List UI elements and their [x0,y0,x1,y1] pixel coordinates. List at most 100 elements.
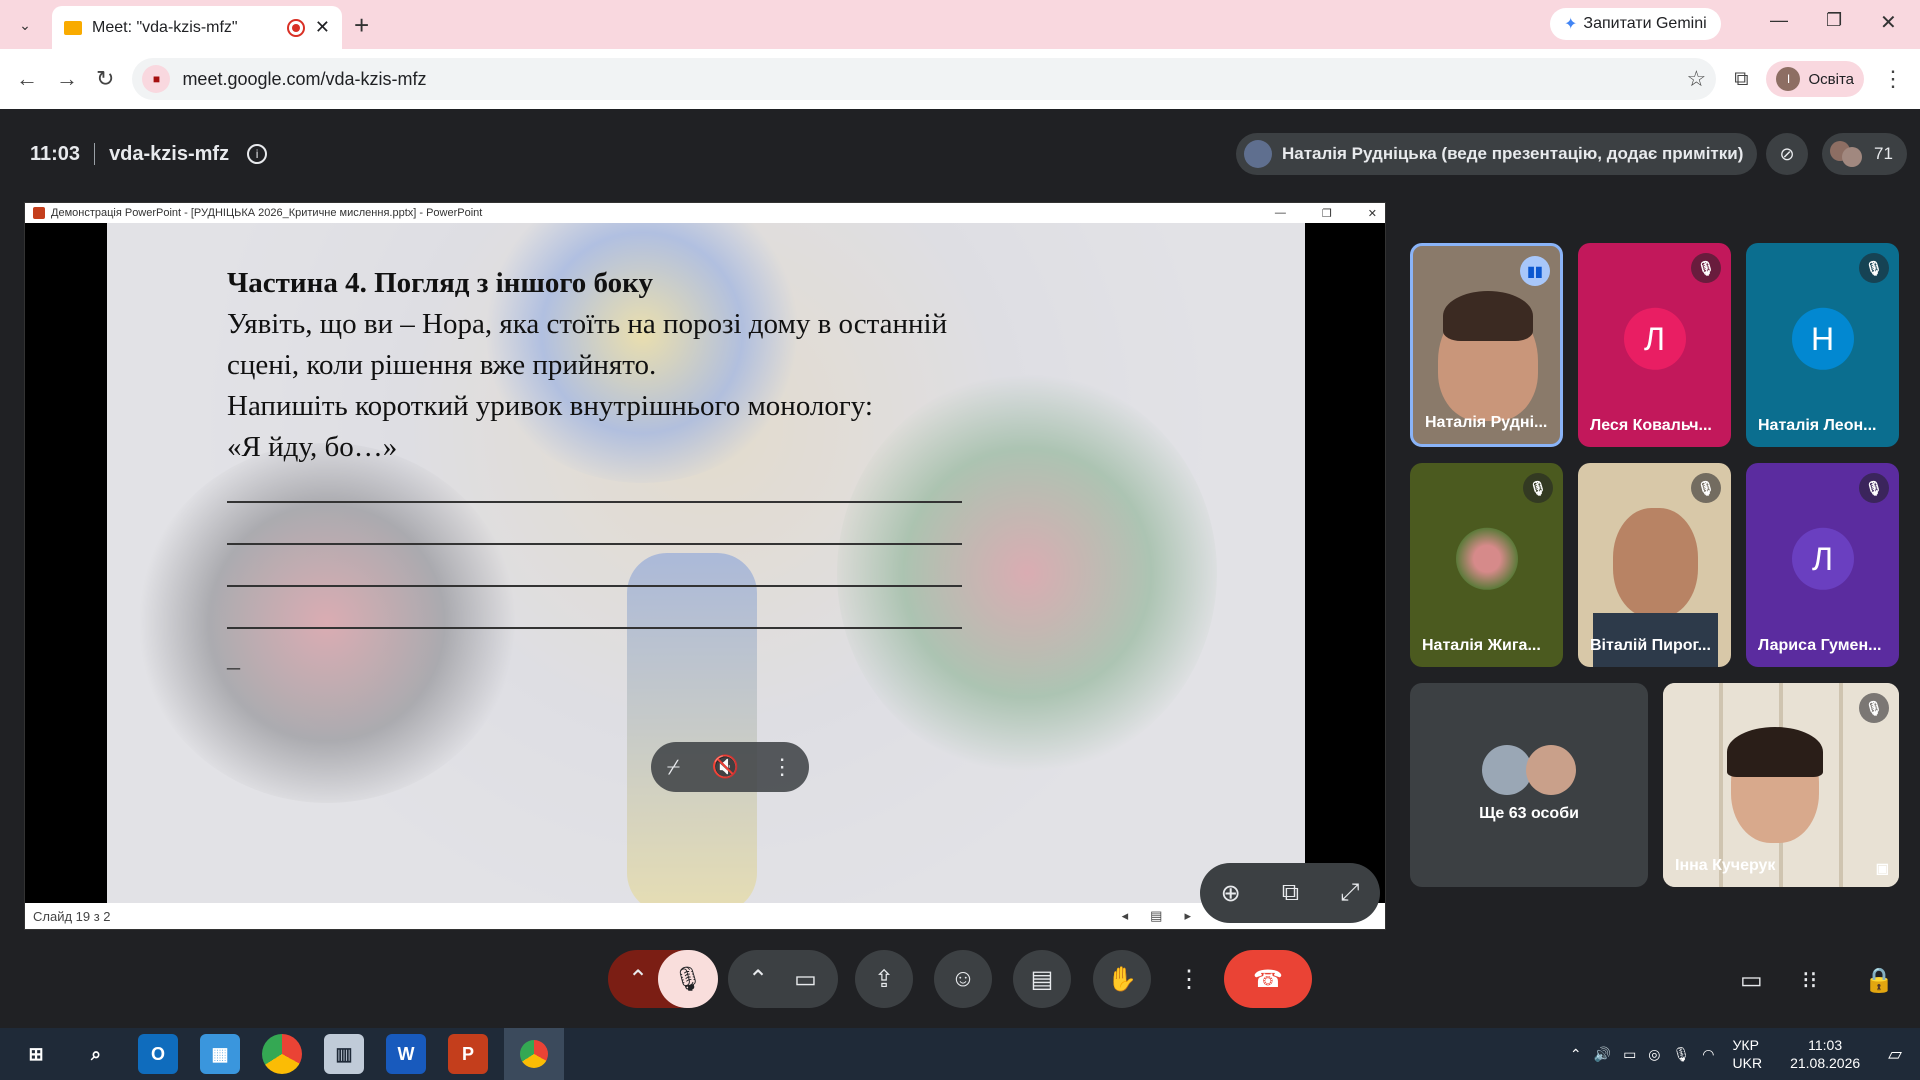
host-controls-icon[interactable]: 🔒 [1864,966,1894,995]
participant-avatar [1455,527,1518,590]
bookmark-star-icon[interactable]: ☆ [1686,66,1706,92]
language-indicator[interactable]: УКР UKR [1733,1036,1763,1072]
presenter-chip[interactable]: Наталія Рудніцька (веде презентацію, дод… [1236,133,1758,175]
reload-icon[interactable]: ↻ [96,66,114,92]
powerpoint-taskbar-icon[interactable]: P [448,1034,488,1074]
participant-tile[interactable]: ▮▮ Наталія Рудні... [1410,243,1563,447]
lang-top: УКР [1732,1037,1759,1053]
others-tile[interactable]: Ще 63 особи [1410,683,1648,887]
tab-search-icon[interactable]: ⌄ [12,12,38,38]
mic-off-icon: 🎙 [1859,693,1889,723]
participant-video [1613,508,1698,618]
close-window-icon[interactable]: ✕ [1880,10,1897,35]
gemini-label: Запитати Gemini [1583,15,1707,32]
mic-tray-icon[interactable]: 🎙 [1673,1046,1691,1063]
search-icon[interactable]: ⌕ [76,1034,116,1074]
participant-count: 71 [1874,144,1893,163]
windows-taskbar: ⊞ ⌕ O ▦ ▥ W P ⌃ 🔊 ▭ ◎ 🎙 ◠ УКР UKR 11:03 … [0,1028,1920,1080]
ppt-statusbar: Слайд 19 з 2 ◂ ▤ ▸ [25,903,1385,929]
participant-tile[interactable]: Л 🎙 Лариса Гумен... [1746,463,1899,667]
address-bar[interactable]: ■ meet.google.com/vda-kzis-mfz ☆ [132,58,1717,100]
pip-icon[interactable]: ▣ [1876,860,1889,877]
store-icon[interactable]: ▦ [200,1034,240,1074]
clock[interactable]: 11:03 21.08.2026 [1790,1036,1860,1072]
chrome-active-icon[interactable] [504,1028,564,1080]
slide-line-1: Уявіть, що ви – Нора, яка стоїть на поро… [227,308,948,340]
reactions-button[interactable]: ☺ [934,950,992,1008]
pop-out-icon[interactable]: ⧉ [1282,879,1299,907]
chat-icon[interactable]: ▭ [1740,966,1763,995]
presenter-label: Наталія Рудніцька (веде презентацію, дод… [1282,144,1744,163]
slide-text: Частина 4. Погляд з іншого боку Уявіть, … [227,263,947,468]
ppt-close-icon: ✕ [1367,207,1377,220]
mute-presentation-icon[interactable]: 🔇 [712,754,739,780]
meet-controls: ⌃ 🎙 ⌃ ▭ ⇪ ☺ ▤ ✋ ⋮ ☎ ▭ ⁝⁝ 🔒 [0,940,1920,1020]
mic-toggle-button[interactable]: 🎙 [658,950,718,1008]
word-icon[interactable]: W [386,1034,426,1074]
leave-call-button[interactable]: ☎ [1224,950,1312,1008]
wifi-icon[interactable]: ◠ [1702,1046,1714,1063]
slide-dash: _ [227,643,240,672]
forward-icon[interactable]: → [56,66,78,92]
header-divider [94,143,96,165]
participants-chip[interactable]: 71 [1822,133,1907,175]
answer-line [227,501,962,503]
participant-tile[interactable]: 🎙 Інна Кучерук ▣ [1663,683,1899,887]
raise-hand-button[interactable]: ✋ [1093,950,1151,1008]
video-options-button[interactable]: ⌃ ▭ [728,950,838,1008]
browser-tab-strip: ⌄ Meet: "vda-kzis-mfz" ✕ + ✦ Запитати Ge… [0,0,1920,49]
url-text: meet.google.com/vda-kzis-mfz [182,68,427,89]
slide-line-4: «Я йду, бо…» [227,431,398,463]
presentation-off-icon[interactable]: ⊘ [1766,133,1808,175]
volume-icon[interactable]: 🔊 [1594,1046,1611,1063]
files-icon[interactable]: ▥ [324,1034,364,1074]
captions-button[interactable]: ▤ [1013,950,1071,1008]
tray-chevron-icon[interactable]: ⌃ [1570,1046,1582,1063]
prev-slide-icon: ◂ [1121,908,1129,923]
new-tab-button[interactable]: + [354,10,369,41]
slide-line-2: сцені, коли рішення вже прийнято. [227,349,657,381]
tab-title: Meet: "vda-kzis-mfz" [92,18,238,36]
more-options-icon[interactable]: ⋮ [771,754,793,780]
start-icon[interactable]: ⊞ [16,1034,56,1074]
ppt-titlebar: Демонстрація PowerPoint - [РУДНІЦЬКА 202… [25,203,1385,223]
mic-off-icon: 🎙 [1523,473,1553,503]
presenter-avatar [1244,140,1272,168]
lang-bottom: UKR [1732,1055,1763,1071]
battery-icon[interactable]: ▭ [1623,1046,1636,1063]
browser-menu-icon[interactable]: ⋮ [1882,66,1904,92]
chrome-icon[interactable] [262,1034,302,1074]
gemini-button[interactable]: ✦ Запитати Gemini [1550,8,1721,40]
zoom-in-icon[interactable]: ⊕ [1221,879,1241,908]
participant-avatar: Л [1791,527,1854,590]
profile-button[interactable]: I Освіта [1766,61,1864,97]
participant-tile[interactable]: Н 🎙 Наталія Леон... [1746,243,1899,447]
participant-hair [1727,727,1823,777]
outlook-icon[interactable]: O [138,1034,178,1074]
tab-meet[interactable]: Meet: "vda-kzis-mfz" ✕ [52,6,342,49]
participant-tile[interactable]: 🎙 Наталія Жига... [1410,463,1563,667]
present-button[interactable]: ⇪ [855,950,913,1008]
participant-tile[interactable]: 🎙 Віталій Пирог... [1578,463,1731,667]
close-tab-icon[interactable]: ✕ [315,17,330,38]
answer-line [227,543,962,545]
camera-tray-icon[interactable]: ◎ [1648,1046,1660,1063]
extensions-icon[interactable]: ⧉ [1734,68,1748,91]
shared-screen: Демонстрація PowerPoint - [РУДНІЦЬКА 202… [24,202,1386,930]
minimize-window-icon[interactable]: — [1770,10,1788,31]
participant-avatar: Н [1791,307,1854,370]
meeting-info-icon[interactable]: i [247,144,268,164]
next-slide-icon: ▸ [1184,908,1191,923]
more-options-button[interactable]: ⋮ [1172,950,1206,1008]
notifications-icon[interactable]: ▱ [1888,1044,1902,1065]
back-icon[interactable]: ← [16,66,38,92]
maximize-window-icon[interactable]: ❐ [1826,10,1842,31]
participant-avatar: Л [1623,307,1686,370]
participant-tile[interactable]: Л 🎙 Леся Ковальч... [1578,243,1731,447]
mic-off-icon: 🎙 [1859,253,1889,283]
fullscreen-icon[interactable]: ⤢ [1340,879,1359,907]
activities-icon[interactable]: ⁝⁝ [1802,966,1817,995]
participant-name: Інна Кучерук [1675,857,1776,874]
site-info-icon[interactable]: ■ [142,65,171,93]
unpin-icon[interactable]: ⌿ [667,754,680,780]
